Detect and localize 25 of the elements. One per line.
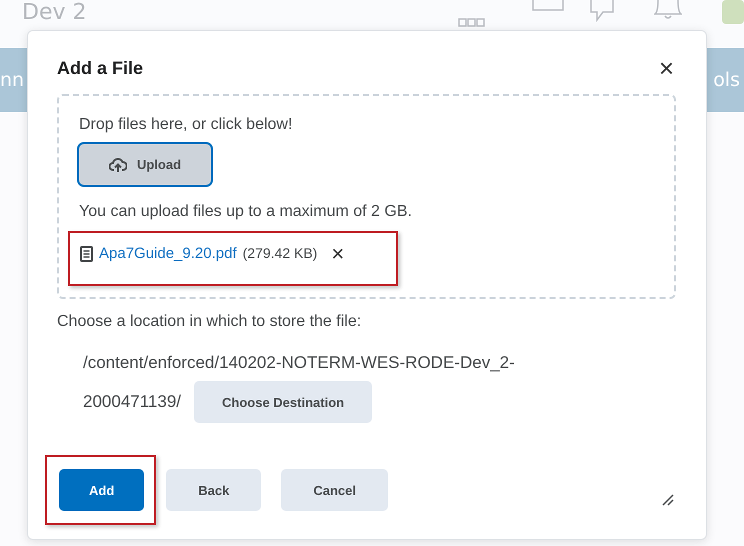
cancel-button[interactable]: Cancel	[281, 469, 388, 511]
file-link[interactable]: Apa7Guide_9.20.pdf	[99, 245, 237, 262]
cloud-upload-icon	[108, 158, 127, 172]
remove-file-button[interactable]: ×	[323, 245, 344, 263]
chat-icon[interactable]	[590, 0, 614, 22]
dialog-title: Add a File	[57, 58, 144, 78]
resize-grip-icon[interactable]	[662, 494, 674, 506]
close-button[interactable]: ×	[658, 57, 674, 79]
back-button[interactable]: Back	[166, 469, 262, 511]
bell-icon[interactable]	[654, 0, 682, 20]
drop-prompt: Drop files here, or click below!	[79, 116, 292, 134]
grid-icon[interactable]	[458, 18, 486, 28]
message-icon[interactable]	[532, 0, 564, 12]
drop-zone[interactable]: Drop files here, or click below! Upload You can upload files up to a maximum of 2 GB. Apa7Guide_9.20.pdf (279.42 KB) ×	[57, 94, 676, 299]
choose-destination-button[interactable]: Choose Destination	[194, 381, 372, 423]
document-icon	[80, 246, 93, 262]
destination-path: /content/enforced/140202-NOTERM-WES-RODE-Dev_2-	[83, 353, 516, 373]
location-label: Choose a location in which to store the file:	[57, 313, 362, 331]
destination-path: 2000471139/	[83, 392, 182, 412]
avatar-icon[interactable]	[722, 0, 744, 24]
add-button[interactable]: Add	[59, 469, 144, 511]
file-size: (279.42 KB)	[242, 245, 318, 261]
upload-button[interactable]: Upload	[77, 142, 213, 187]
page-title: Dev 2	[22, 0, 86, 26]
upload-limit-note: You can upload files up to a maximum of 2 GB.	[79, 203, 412, 221]
